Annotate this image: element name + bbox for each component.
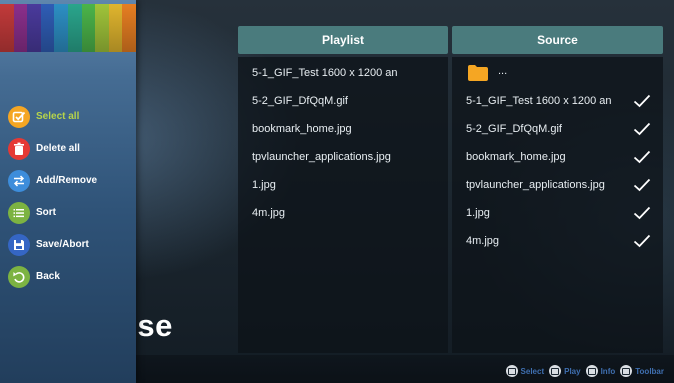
swap-icon [8,169,30,192]
color-stripes-banner [0,4,136,52]
source-item[interactable]: 1.jpg [466,203,624,223]
playlist-header: Playlist [238,26,448,54]
source-item[interactable]: bookmark_home.jpg [466,147,624,167]
check-icon [633,234,651,248]
source-item[interactable]: 5-2_GIF_DfQqM.gif [466,119,624,139]
select-all-icon [8,105,30,128]
check-icon [633,150,651,164]
play-key-icon [549,365,562,377]
color-stripe [81,4,96,52]
playlist-item[interactable]: 5-2_GIF_DfQqM.gif [252,91,438,111]
menu-label-add-remove: Add/Remove [36,175,98,186]
menu-label-sort: Sort [36,207,56,218]
source-header: Source [452,26,663,54]
color-stripe [40,4,55,52]
save-icon [8,233,30,256]
menu-label-save-abort: Save/Abort [36,239,89,250]
source-item[interactable]: tpvlauncher_applications.jpg [466,175,624,195]
color-stripe [13,4,28,52]
folder-icon[interactable] [468,65,488,81]
sort-list-icon [8,201,30,224]
color-stripe [0,4,14,52]
hint-play: Play [549,365,581,377]
playlist-item[interactable]: bookmark_home.jpg [252,119,438,139]
menu-item-add-remove[interactable]: Add/Remove [8,168,97,193]
source-panel: ... 5-1_GIF_Test 1600 x 1200 an 5-2_GIF_… [452,57,663,353]
menu-label-select-all: Select all [36,111,80,122]
hint-label: Select [520,366,545,376]
menu-label-back: Back [36,271,60,282]
remote-key-hints: Select Play Info Toolbar [505,365,664,377]
check-icon [633,206,651,220]
menu-item-delete-all[interactable]: Delete all [8,136,97,161]
select-key-icon [505,365,518,377]
color-stripe [122,4,136,52]
check-icon [633,122,651,136]
menu-item-back[interactable]: Back [8,264,97,289]
hint-toolbar: Toolbar [620,365,664,377]
hint-info: Info [585,365,616,377]
source-item[interactable]: 5-1_GIF_Test 1600 x 1200 an [466,91,624,111]
playlist-item[interactable]: 4m.jpg [252,203,438,223]
trash-icon [8,137,30,160]
source-item[interactable]: 4m.jpg [466,231,624,251]
back-icon [8,265,30,288]
hint-label: Play [564,366,581,376]
toolbar-key-icon [620,365,633,377]
info-key-icon [585,365,598,377]
check-icon [633,178,651,192]
hint-label: Info [600,366,616,376]
sidebar-menu: Select all Delete all Add/Remove Sort Sa… [8,104,97,296]
playlist-item[interactable]: 1.jpg [252,175,438,195]
menu-item-save-abort[interactable]: Save/Abort [8,232,97,257]
color-stripe [95,4,109,52]
parent-folder-label: ... [498,65,508,77]
menu-label-delete-all: Delete all [36,143,80,154]
color-stripe [108,4,123,52]
playlist-panel: 5-1_GIF_Test 1600 x 1200 an 5-2_GIF_DfQq… [238,57,448,353]
sidebar-toolbar: Select all Delete all Add/Remove Sort Sa… [0,0,136,383]
menu-item-sort[interactable]: Sort [8,200,97,225]
color-stripe [54,4,68,52]
playlist-item[interactable]: 5-1_GIF_Test 1600 x 1200 an [252,63,438,83]
color-stripe [27,4,41,52]
hint-select: Select [505,365,545,377]
menu-item-select-all[interactable]: Select all [8,104,97,129]
check-icon [633,94,651,108]
hint-label: Toolbar [635,366,664,376]
color-stripe [67,4,82,52]
playlist-item[interactable]: tpvlauncher_applications.jpg [252,147,438,167]
